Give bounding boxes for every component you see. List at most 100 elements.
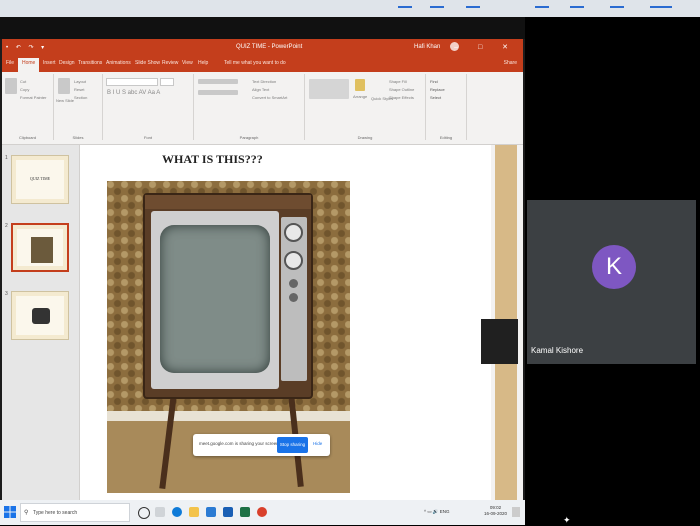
windows-taskbar: ⚲ Type here to search ^ ▭ 🔊 ENG 09:02 16… <box>0 500 525 525</box>
share-button[interactable]: Share <box>504 60 517 66</box>
tab-view[interactable]: View <box>182 60 193 66</box>
tab-home[interactable]: Home <box>18 58 40 72</box>
shape-effects-button[interactable]: Shape Effects <box>389 95 414 100</box>
search-icon: ⚲ <box>24 510 29 516</box>
slide-thumbnail-3[interactable] <box>11 291 69 340</box>
notifications-icon[interactable] <box>512 507 520 517</box>
windows-start-icon[interactable] <box>4 506 16 518</box>
shape-outline-button[interactable]: Shape Outline <box>389 87 414 92</box>
shapes-gallery[interactable] <box>309 79 349 99</box>
tv-small-knob <box>289 279 298 288</box>
thumbnail-title: QUIZ TIME <box>29 176 51 181</box>
select-button[interactable]: Select <box>430 95 441 100</box>
text-direction-button[interactable]: Text Direction <box>252 79 276 84</box>
convert-smartart-button[interactable]: Convert to SmartArt <box>252 95 287 100</box>
reset-button[interactable]: Reset <box>74 87 84 92</box>
edge-icon[interactable] <box>172 507 182 517</box>
slide-thumbnail-pane: 1 QUIZ TIME 2 3 <box>2 145 80 503</box>
window-controls[interactable]: – □ ✕ <box>454 43 517 51</box>
editing-group: Find Replace Select Editing <box>426 74 467 140</box>
tab-transitions[interactable]: Transitions <box>78 60 102 66</box>
user-name[interactable]: Hafi Khan <box>414 44 440 50</box>
stop-sharing-button[interactable]: Stop sharing <box>277 437 308 453</box>
document-title: QUIZ TIME - PowerPoint <box>236 44 303 50</box>
taskbar-search-input[interactable]: ⚲ Type here to search <box>20 503 130 522</box>
toolbar-icon[interactable] <box>650 0 672 8</box>
share-notice-text: meet.google.com is sharing your screen. <box>199 441 281 446</box>
participant-avatar: K <box>592 245 636 289</box>
tv-knob <box>284 251 303 270</box>
layout-button[interactable]: Layout <box>74 79 86 84</box>
format-painter-button[interactable]: Format Painter <box>20 95 46 100</box>
paragraph-group: Text Direction Align Text Convert to Sma… <box>194 74 305 140</box>
tab-animations[interactable]: Animations <box>106 60 131 66</box>
taskbar-clock[interactable]: 09:02 16-09-2020 <box>484 505 507 517</box>
slide-number: 1 <box>5 155 8 161</box>
tab-review[interactable]: Review <box>162 60 178 66</box>
tab-slide-show[interactable]: Slide Show <box>135 60 160 66</box>
screen-share-notice: meet.google.com is sharing your screen. … <box>193 434 330 456</box>
file-explorer-icon[interactable] <box>189 507 199 517</box>
toolbar-icon[interactable] <box>398 0 412 8</box>
task-view-icon[interactable] <box>155 507 165 517</box>
font-label: Font <box>143 135 152 140</box>
tv-screen <box>160 225 270 373</box>
paste-icon[interactable] <box>5 78 17 94</box>
slide-thumbnail-1[interactable]: QUIZ TIME <box>11 155 69 204</box>
arrange-button[interactable]: Arrange <box>353 94 367 99</box>
tv-bezel <box>151 211 279 389</box>
toolbar-icon[interactable] <box>466 0 480 8</box>
font-style-buttons[interactable]: B I U S abc AV Aa A <box>107 90 160 96</box>
section-button[interactable]: Section <box>74 95 87 100</box>
clipboard-group: Cut Copy Format Painter Clipboard <box>2 74 54 140</box>
overlay-tab <box>481 319 518 364</box>
tv-small-knob <box>289 293 298 302</box>
replace-button[interactable]: Replace <box>430 87 445 92</box>
cortana-icon[interactable] <box>138 507 150 519</box>
slide-thumbnail-2[interactable] <box>11 223 69 272</box>
drawing-label: Drawing <box>357 135 373 140</box>
cut-button[interactable]: Cut <box>20 79 26 84</box>
baseboard <box>107 411 350 421</box>
bullets-icon[interactable] <box>198 79 238 84</box>
align-text-button[interactable]: Align Text <box>252 87 269 92</box>
tab-help[interactable]: Help <box>198 60 208 66</box>
participant-name: Kamal Kishore <box>531 346 584 355</box>
arrange-icon[interactable] <box>355 79 365 91</box>
system-tray[interactable]: ^ ▭ 🔊 ENG <box>424 509 449 515</box>
ribbon: Cut Copy Format Painter Clipboard New Sl… <box>2 72 523 145</box>
copy-button[interactable]: Copy <box>20 87 29 92</box>
hide-button[interactable]: Hide <box>313 441 322 446</box>
slide-title[interactable]: WHAT IS THIS??? <box>162 152 263 167</box>
tab-design[interactable]: Design <box>59 60 75 66</box>
slide-number: 3 <box>5 291 8 297</box>
slides-label: Slides <box>72 135 84 140</box>
shape-fill-button[interactable]: Shape Fill <box>389 79 407 84</box>
font-size-box[interactable] <box>160 78 174 86</box>
slides-group: New Slide Layout Reset Section Slides <box>54 74 103 140</box>
toolbar-icon[interactable] <box>610 0 624 8</box>
new-slide-button[interactable]: New Slide <box>56 98 74 103</box>
chrome-icon[interactable] <box>257 507 267 517</box>
toolbar-icon[interactable] <box>570 0 584 8</box>
new-slide-icon[interactable] <box>58 78 70 94</box>
shared-screen-top-strip <box>0 17 525 39</box>
toolbar-icon[interactable] <box>535 0 549 8</box>
find-button[interactable]: Find <box>430 79 438 84</box>
quick-access-toolbar[interactable]: • ↶ ↷ ▾ <box>6 44 47 51</box>
word-icon[interactable] <box>223 507 233 517</box>
ribbon-tabs: File Home Insert Design Transitions Anim… <box>2 56 523 72</box>
tell-me-search[interactable]: Tell me what you want to do <box>224 60 286 66</box>
tv-thumbnail-image <box>31 237 53 263</box>
toolbar-icon[interactable] <box>430 0 444 8</box>
floor <box>107 421 350 493</box>
mail-icon[interactable] <box>206 507 216 517</box>
clock-date: 16-09-2020 <box>484 511 508 516</box>
sparkle-icon: ✦ <box>563 515 571 525</box>
alignment-icon[interactable] <box>198 90 238 95</box>
tab-insert[interactable]: Insert <box>43 60 56 66</box>
font-name-box[interactable] <box>106 78 158 86</box>
excel-icon[interactable] <box>240 507 250 517</box>
tab-file[interactable]: File <box>6 60 14 66</box>
tv-knob <box>284 223 303 242</box>
